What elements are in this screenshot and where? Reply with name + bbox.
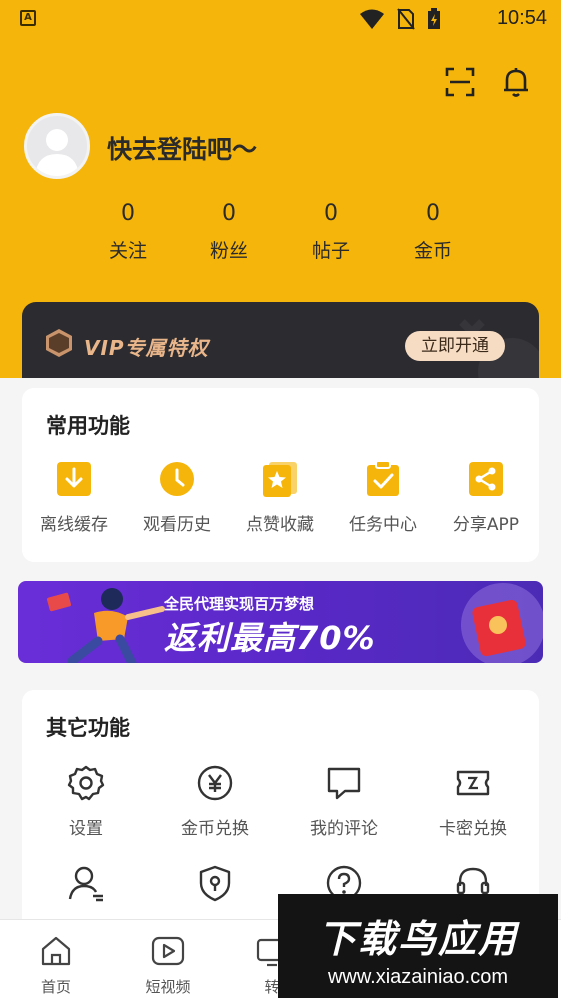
- func-label: 点赞收藏: [246, 515, 314, 535]
- banner-figure-icon: [47, 588, 165, 663]
- func-share-app[interactable]: 分享APP: [434, 460, 538, 535]
- stat-label: 关注: [108, 240, 147, 262]
- vip-title: VIP专属特权: [84, 336, 209, 360]
- ticket-icon: [456, 770, 490, 796]
- play-icon: [151, 936, 185, 966]
- red-envelope-icon: [461, 583, 543, 663]
- status-bar: A 10:54: [0, 0, 561, 40]
- func-card-exchange[interactable]: 卡密兑换: [409, 764, 537, 839]
- clock-icon: [160, 462, 194, 496]
- stat-value: 0: [222, 201, 236, 226]
- func-label: 金币兑换: [181, 819, 249, 839]
- func-label: 我的评论: [310, 819, 378, 839]
- common-functions-title: 常用功能: [46, 414, 130, 438]
- tab-label: 短视频: [145, 978, 191, 996]
- notification-app-icon: A: [20, 10, 36, 26]
- status-icons: [359, 8, 441, 30]
- avatar[interactable]: [24, 113, 90, 179]
- watermark-url: www.xiazainiao.com: [327, 966, 509, 988]
- yen-coin-icon: [197, 765, 233, 801]
- bell-icon[interactable]: [500, 66, 532, 98]
- stat-label: 粉丝: [209, 240, 248, 262]
- share-icon: [469, 462, 503, 496]
- func-label: 离线缓存: [40, 515, 108, 535]
- comment-icon: [327, 767, 361, 800]
- func-settings[interactable]: 设置: [22, 764, 150, 839]
- tab-home[interactable]: 首页: [0, 934, 112, 997]
- watermark-overlay: 下载鸟应用 www.xiazainiao.com: [278, 894, 558, 998]
- promo-banner[interactable]: 全民代理实现百万梦想 返利最高70%: [18, 581, 543, 663]
- vip-card[interactable]: VIP专属特权 立即开通: [22, 302, 539, 378]
- func-my-comments[interactable]: 我的评论: [280, 764, 408, 839]
- clipboard-check-icon: [367, 460, 399, 496]
- stat-following[interactable]: 0 关注: [78, 198, 178, 263]
- stat-label: 金币: [413, 240, 452, 262]
- status-time: 10:54: [496, 7, 547, 29]
- common-functions-card: 常用功能 离线缓存 观看历史 点赞收藏 任务中心 分享APP: [22, 388, 539, 562]
- stat-posts[interactable]: 0 帖子: [281, 198, 381, 263]
- stat-value: 0: [426, 201, 440, 226]
- default-avatar-icon: [35, 129, 79, 176]
- vip-open-button[interactable]: 立即开通: [405, 331, 505, 361]
- watermark-title: 下载鸟应用: [317, 917, 518, 961]
- banner-headline: 返利最高70%: [164, 619, 376, 657]
- wifi-icon: [360, 9, 384, 29]
- func-label: 任务中心: [349, 515, 417, 535]
- vip-badge-icon: [46, 329, 72, 357]
- download-icon: [57, 462, 91, 496]
- login-prompt[interactable]: 快去登陆吧～: [107, 130, 257, 166]
- tab-short-video[interactable]: 短视频: [112, 934, 224, 997]
- func-label: 观看历史: [143, 515, 211, 535]
- func-task-center[interactable]: 任务中心: [331, 460, 435, 535]
- user-icon: [68, 866, 103, 902]
- home-icon: [41, 936, 71, 966]
- other-functions-title: 其它功能: [46, 716, 130, 740]
- stat-coins[interactable]: 0 金币: [383, 198, 483, 263]
- stat-value: 0: [324, 201, 338, 226]
- shield-lock-icon: [199, 865, 231, 902]
- func-label: 分享APP: [452, 515, 520, 535]
- battery-charging-icon: [428, 8, 440, 29]
- stat-label: 帖子: [311, 240, 350, 262]
- no-sim-icon: [397, 8, 415, 30]
- func-offline-cache[interactable]: 离线缓存: [22, 460, 126, 535]
- func-coin-exchange[interactable]: 金币兑换: [151, 764, 279, 839]
- scan-icon[interactable]: [444, 66, 476, 98]
- func-label: 卡密兑换: [439, 819, 507, 839]
- banner-subtitle: 全民代理实现百万梦想: [164, 595, 315, 613]
- func-watch-history[interactable]: 观看历史: [125, 460, 229, 535]
- stat-value: 0: [121, 201, 135, 226]
- tab-label: 首页: [40, 978, 71, 996]
- star-icon: [263, 462, 297, 497]
- stat-fans[interactable]: 0 粉丝: [179, 198, 279, 263]
- func-likes-favorites[interactable]: 点赞收藏: [228, 460, 332, 535]
- func-label: 设置: [69, 819, 103, 839]
- gear-icon: [67, 765, 105, 801]
